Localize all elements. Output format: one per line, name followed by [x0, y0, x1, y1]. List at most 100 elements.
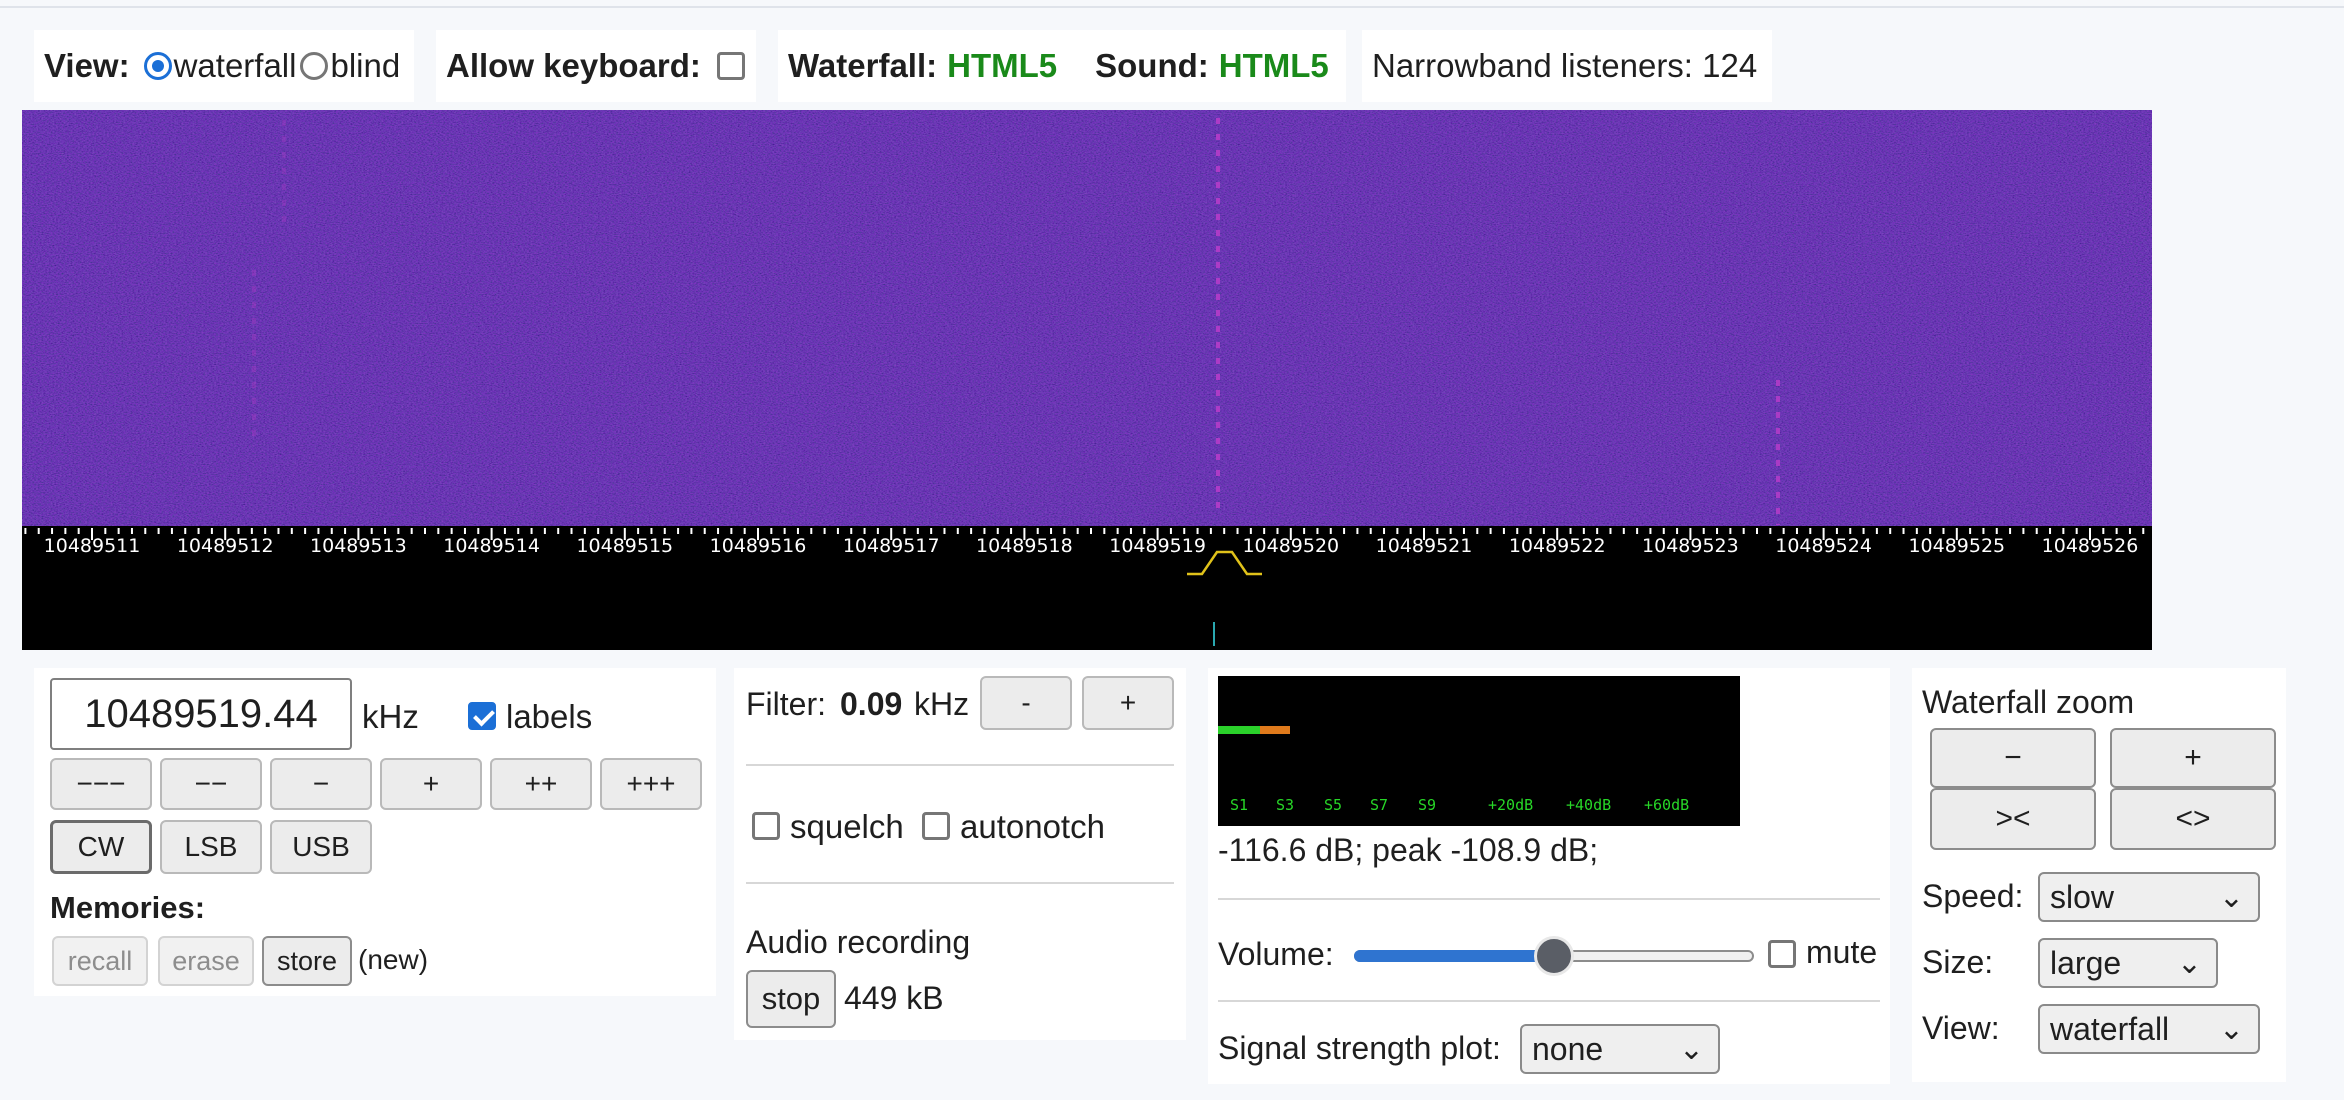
zoom-out-button[interactable]: − [1930, 728, 2096, 788]
recording-stop-button[interactable]: stop [746, 970, 836, 1028]
signal-plot-label: Signal strength plot: [1218, 1030, 1501, 1066]
chevron-down-icon: ⌄ [2218, 1013, 2244, 1046]
listeners-text: Narrowband listeners: 124 [1372, 47, 1758, 84]
filter-divider [746, 764, 1174, 766]
sound-codec-label: Sound: [1095, 47, 1209, 84]
s-meter: S1 S3 S5 S7 S9 +20dB +40dB +60dB [1218, 676, 1740, 826]
filter-widen-button[interactable]: + [1082, 676, 1174, 730]
chevron-down-icon: ⌄ [2176, 947, 2202, 980]
signal-level-readout: -116.6 dB; peak -108.9 dB; [1218, 832, 1599, 868]
tuning-panel: 10489519.44 kHz labels −−− −− − + ++ +++… [34, 668, 716, 996]
s-meter-scale-label: S1 [1230, 796, 1248, 814]
frequency-label: 10489513 [310, 535, 407, 557]
volume-fill [1354, 950, 1554, 962]
sound-codec-value: HTML5 [1218, 47, 1329, 84]
step-down-medium-button[interactable]: −− [160, 758, 262, 810]
recording-title: Audio recording [746, 924, 971, 960]
zoom-view-label: View: [1922, 1010, 2000, 1046]
labels-checkbox[interactable] [468, 702, 496, 730]
frequency-label: 10489516 [710, 535, 807, 557]
volume-slider[interactable] [1354, 936, 1754, 976]
mute-label[interactable]: mute [1806, 934, 1877, 971]
frequency-label: 10489519 [1109, 535, 1206, 557]
keyboard-toggle: Allow keyboard: [436, 30, 756, 102]
squelch-label[interactable]: squelch [790, 808, 904, 846]
view-waterfall-radio[interactable] [143, 52, 172, 80]
frequency-label: 10489517 [843, 535, 940, 557]
frequency-label: 10489511 [44, 535, 141, 557]
s-meter-scale-label: S7 [1370, 796, 1388, 814]
s-meter-scale-label: S5 [1324, 796, 1342, 814]
frequency-label: 10489521 [1376, 535, 1473, 557]
size-value: large [2050, 944, 2122, 981]
step-up-small-button[interactable]: + [380, 758, 482, 810]
mode-cw-button[interactable]: CW [50, 820, 152, 874]
s-meter-scale-label: +40dB [1566, 796, 1611, 814]
step-down-large-button[interactable]: −−− [50, 758, 152, 810]
s-meter-green-bar [1218, 726, 1260, 734]
frequency-label: 10489514 [443, 535, 540, 557]
meter-divider [1218, 898, 1880, 900]
top-divider [0, 6, 2344, 8]
view-waterfall-label[interactable]: waterfall [174, 47, 297, 85]
memory-store-button[interactable]: store [262, 936, 352, 986]
filter-narrow-button[interactable]: - [980, 676, 1072, 730]
step-down-small-button[interactable]: − [270, 758, 372, 810]
zoom-view-select[interactable]: waterfall ⌄ [2038, 1004, 2260, 1054]
volume-label: Volume: [1218, 936, 1334, 972]
autonotch-label[interactable]: autonotch [960, 808, 1105, 846]
waterfall-codec-value: HTML5 [947, 47, 1058, 84]
mode-lsb-button[interactable]: LSB [160, 820, 262, 874]
filter-value: 0.09 [840, 686, 903, 722]
keyboard-checkbox[interactable] [716, 52, 745, 80]
size-label: Size: [1922, 944, 1994, 980]
waterfall-codec-label: Waterfall: [788, 47, 938, 84]
zoom-wide-button[interactable]: <> [2110, 788, 2276, 850]
speed-select[interactable]: slow ⌄ [2038, 872, 2260, 922]
view-blind-label[interactable]: blind [330, 47, 400, 85]
s-meter-scale-label: +20dB [1488, 796, 1533, 814]
frequency-label: 10489520 [1242, 535, 1339, 557]
listeners-count: Narrowband listeners: 124 [1362, 30, 1772, 102]
s-meter-scale-label: +60dB [1644, 796, 1689, 814]
zoom-title: Waterfall zoom [1922, 684, 2135, 720]
filter-panel: Filter: 0.09 kHz - + squelch autonotch A… [734, 668, 1186, 1040]
waterfall-canvas[interactable]: 10489511 10489512 10489513 10489514 10489515… [22, 110, 2152, 650]
labels-label[interactable]: labels [506, 698, 592, 736]
mute-checkbox[interactable] [1768, 940, 1796, 968]
volume-thumb[interactable] [1534, 936, 1574, 976]
waterfall-noise [22, 110, 2152, 526]
frequency-label: 10489515 [576, 535, 673, 557]
recording-size: 449 kB [844, 980, 944, 1016]
s-meter-scale-label: S3 [1276, 796, 1294, 814]
frequency-input[interactable]: 10489519.44 [50, 678, 352, 750]
memory-recall-button[interactable]: recall [52, 936, 148, 986]
recording-divider [746, 882, 1174, 884]
frequency-label: 10489522 [1509, 535, 1606, 557]
frequency-label: 10489512 [177, 535, 274, 557]
size-select[interactable]: large ⌄ [2038, 938, 2218, 988]
memory-new-indicator: (new) [358, 944, 429, 975]
view-blind-radio[interactable] [300, 52, 329, 80]
speed-value: slow [2050, 878, 2115, 915]
step-up-medium-button[interactable]: ++ [490, 758, 592, 810]
autonotch-checkbox[interactable] [922, 812, 950, 840]
plot-divider [1218, 1000, 1880, 1002]
signal-plot-select[interactable]: none ⌄ [1520, 1024, 1720, 1074]
memory-erase-button[interactable]: erase [158, 936, 254, 986]
zoom-narrow-button[interactable]: >< [1930, 788, 2096, 850]
mode-usb-button[interactable]: USB [270, 820, 372, 874]
frequency-label: 10489525 [1908, 535, 2005, 557]
squelch-checkbox[interactable] [752, 812, 780, 840]
step-up-large-button[interactable]: +++ [600, 758, 702, 810]
view-selector: View: waterfall blind [34, 30, 414, 102]
frequency-unit: kHz [362, 698, 419, 735]
waterfall-display[interactable]: 10489511 10489512 10489513 10489514 10489515… [22, 110, 2152, 650]
frequency-label: 10489526 [2042, 535, 2139, 557]
speed-label: Speed: [1922, 878, 2024, 914]
s-meter-orange-bar [1260, 726, 1290, 734]
zoom-in-button[interactable]: + [2110, 728, 2276, 788]
codec-status: Waterfall: HTML5 Sound: HTML5 [778, 30, 1346, 102]
chevron-down-icon: ⌄ [1678, 1033, 1704, 1066]
filter-unit: kHz [914, 686, 970, 722]
